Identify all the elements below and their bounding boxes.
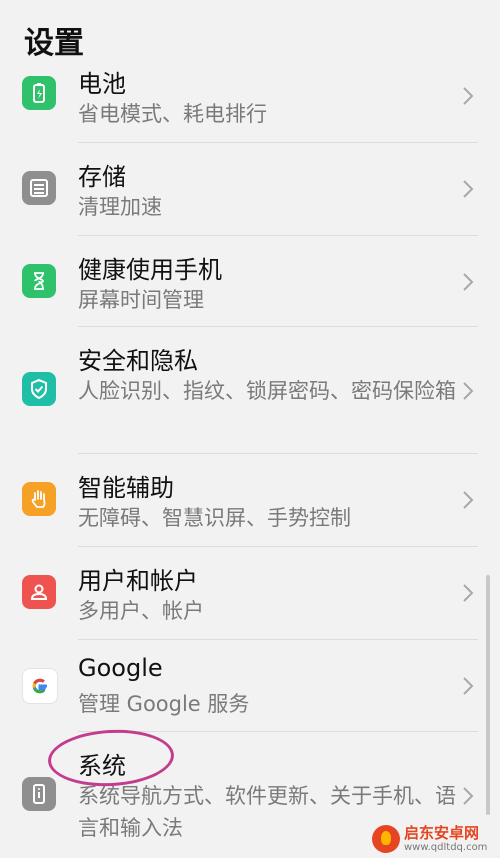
chevron-right-icon	[463, 677, 474, 695]
watermark-title: 启东安卓网	[404, 823, 480, 842]
settings-item-subtitle: 多用户、帐户	[78, 599, 204, 623]
settings-item-subtitle: 屏幕时间管理	[78, 288, 204, 312]
settings-item-subtitle: 人脸识别、指纹、锁屏密码、密码保险箱	[78, 379, 456, 403]
settings-item-google[interactable]: Google 管理 Google 服务	[0, 640, 500, 730]
user-icon	[22, 575, 56, 609]
page-title: 设置	[24, 26, 84, 61]
settings-item-subtitle: 无障碍、智慧识屏、手势控制	[78, 506, 351, 530]
settings-item-title: 存储	[78, 163, 126, 191]
phone-info-icon	[22, 777, 56, 811]
chevron-right-icon	[463, 180, 474, 198]
settings-item-security-privacy[interactable]: 安全和隐私 人脸识别、指纹、锁屏密码、密码保险箱	[0, 327, 500, 453]
battery-icon	[22, 76, 56, 110]
settings-item-title: 智能辅助	[78, 474, 174, 502]
settings-item-battery[interactable]: 电池 省电模式、耗电排行	[0, 66, 500, 138]
settings-item-title: 健康使用手机	[78, 256, 222, 284]
google-icon	[22, 668, 58, 704]
app-header: 设置	[0, 0, 500, 70]
chevron-right-icon	[463, 787, 474, 805]
chevron-right-icon	[463, 491, 474, 509]
watermark-url: www.qdltdq.com	[404, 841, 488, 853]
chevron-right-icon	[463, 87, 474, 105]
settings-item-subtitle: 省电模式、耗电排行	[78, 102, 267, 126]
chevron-right-icon	[463, 273, 474, 291]
watermark: 启东安卓网 www.qdltdq.com	[372, 820, 500, 858]
settings-item-digital-balance[interactable]: 健康使用手机 屏幕时间管理	[0, 236, 500, 326]
settings-item-title: Google	[78, 654, 163, 682]
settings-item-users-accounts[interactable]: 用户和帐户 多用户、帐户	[0, 547, 500, 639]
hourglass-icon	[22, 264, 56, 298]
shield-icon	[22, 372, 56, 406]
hand-icon	[22, 482, 56, 516]
settings-item-title: 用户和帐户	[78, 567, 198, 595]
settings-item-title: 安全和隐私	[78, 347, 198, 375]
settings-item-subtitle: 管理 Google 服务	[78, 692, 250, 716]
watermark-logo-icon	[372, 825, 400, 853]
chevron-right-icon	[463, 584, 474, 602]
settings-item-title: 电池	[78, 70, 126, 98]
settings-item-smart-assistance[interactable]: 智能辅助 无障碍、智慧识屏、手势控制	[0, 454, 500, 546]
scrollbar[interactable]	[486, 575, 490, 815]
settings-item-subtitle: 清理加速	[78, 195, 162, 219]
chevron-right-icon	[463, 382, 474, 400]
settings-item-storage[interactable]: 存储 清理加速	[0, 143, 500, 235]
storage-icon	[22, 171, 56, 205]
